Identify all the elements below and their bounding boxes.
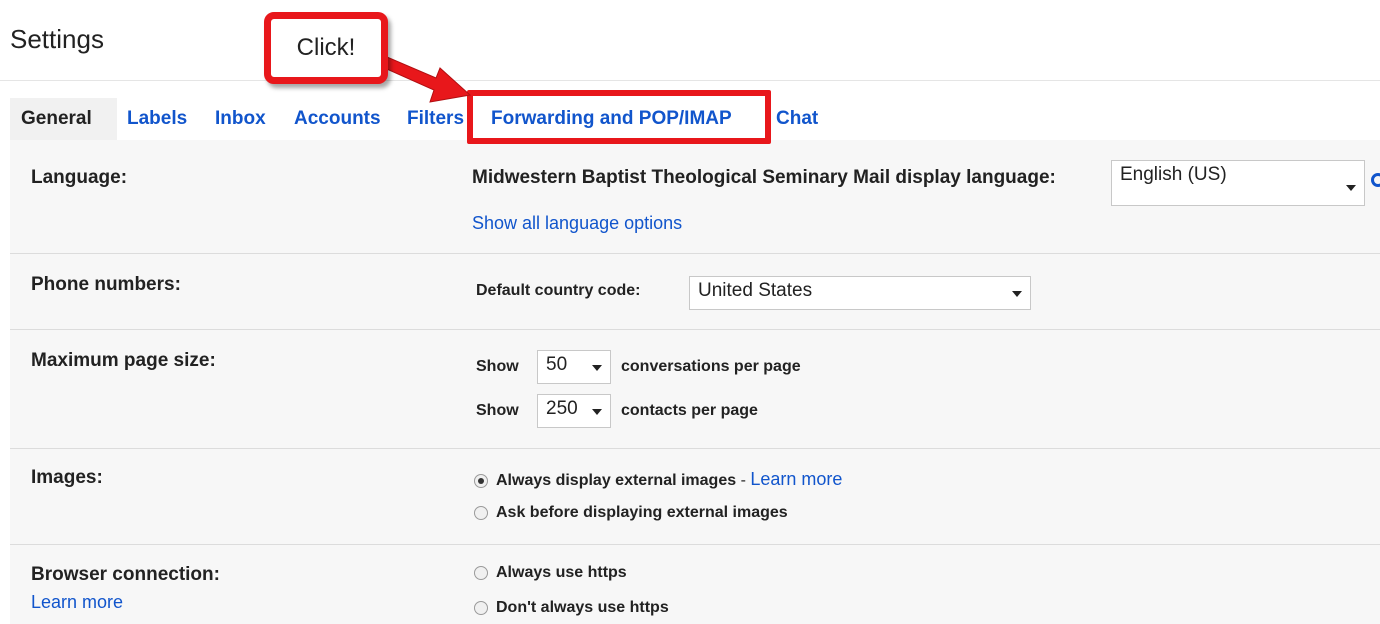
display-language-label: Midwestern Baptist Theological Seminary … bbox=[472, 167, 1056, 188]
radio-button[interactable] bbox=[474, 505, 488, 520]
title-divider bbox=[0, 80, 1380, 81]
radio-button[interactable] bbox=[474, 600, 488, 615]
always-display-images-label: Always display external images bbox=[496, 472, 737, 489]
always-use-https-label: Always use https bbox=[496, 564, 627, 581]
chevron-down-icon bbox=[1346, 185, 1356, 191]
tab-labels[interactable]: Labels bbox=[127, 108, 187, 130]
phone-numbers-label: Phone numbers: bbox=[31, 274, 181, 295]
country-code-label: Default country code: bbox=[476, 282, 641, 299]
browser-learn-more-link[interactable]: Learn more bbox=[31, 592, 123, 613]
language-select[interactable]: English (US) bbox=[1111, 160, 1365, 206]
language-row: Language: Midwestern Baptist Theological… bbox=[10, 140, 1380, 254]
max-page-size-row: Maximum page size: Show 50 conversations… bbox=[10, 330, 1380, 449]
show-all-language-options-link[interactable]: Show all language options bbox=[472, 213, 682, 234]
separator-dash: - bbox=[740, 472, 746, 489]
browser-connection-label: Browser connection: bbox=[31, 564, 220, 585]
language-select-value: English (US) bbox=[1120, 164, 1227, 185]
max-page-size-label: Maximum page size: bbox=[31, 350, 216, 371]
tab-filters[interactable]: Filters bbox=[407, 108, 464, 130]
country-code-value: United States bbox=[698, 280, 813, 301]
conversations-per-page-value: 50 bbox=[546, 354, 568, 375]
settings-panel: Language: Midwestern Baptist Theological… bbox=[10, 140, 1380, 624]
images-row: Images: Always display external images -… bbox=[10, 449, 1380, 545]
language-label: Language: bbox=[31, 167, 128, 188]
tab-chat[interactable]: Chat bbox=[776, 108, 818, 130]
images-option-always[interactable]: Always display external images - Learn m… bbox=[474, 469, 842, 490]
help-circle-icon[interactable] bbox=[1371, 173, 1380, 187]
chevron-down-icon bbox=[592, 409, 602, 415]
phone-numbers-row: Phone numbers: Default country code: Uni… bbox=[10, 254, 1380, 330]
page-title: Settings bbox=[10, 24, 104, 54]
images-learn-more-link[interactable]: Learn more bbox=[750, 469, 842, 489]
chevron-down-icon bbox=[1012, 291, 1022, 297]
country-code-select[interactable]: United States bbox=[689, 276, 1031, 310]
browser-connection-row: Browser connection: Learn more Always us… bbox=[10, 545, 1380, 624]
dont-always-use-https-label: Don't always use https bbox=[496, 599, 669, 616]
contacts-per-page-select[interactable]: 250 bbox=[537, 394, 611, 428]
show-label-conversations: Show bbox=[476, 358, 519, 375]
forwarding-tab-highlight-box bbox=[467, 90, 771, 144]
tab-accounts[interactable]: Accounts bbox=[294, 108, 381, 130]
ask-before-displaying-label: Ask before displaying external images bbox=[496, 504, 788, 521]
https-option-always[interactable]: Always use https bbox=[474, 564, 627, 582]
show-label-contacts: Show bbox=[476, 402, 519, 419]
images-option-ask[interactable]: Ask before displaying external images bbox=[474, 504, 788, 522]
conversations-per-page-select[interactable]: 50 bbox=[537, 350, 611, 384]
tab-inbox[interactable]: Inbox bbox=[215, 108, 266, 130]
https-option-not-always[interactable]: Don't always use https bbox=[474, 599, 669, 617]
tab-general[interactable]: General bbox=[21, 108, 92, 130]
callout-arrow-icon bbox=[380, 53, 472, 103]
radio-button-selected[interactable] bbox=[474, 473, 488, 488]
conversations-per-page-label: conversations per page bbox=[621, 358, 801, 375]
chevron-down-icon bbox=[592, 365, 602, 371]
callout-text: Click! bbox=[296, 34, 356, 61]
click-callout: Click! bbox=[264, 12, 388, 84]
images-label: Images: bbox=[31, 467, 103, 488]
contacts-per-page-value: 250 bbox=[546, 398, 578, 419]
radio-button[interactable] bbox=[474, 565, 488, 580]
contacts-per-page-label: contacts per page bbox=[621, 402, 758, 419]
